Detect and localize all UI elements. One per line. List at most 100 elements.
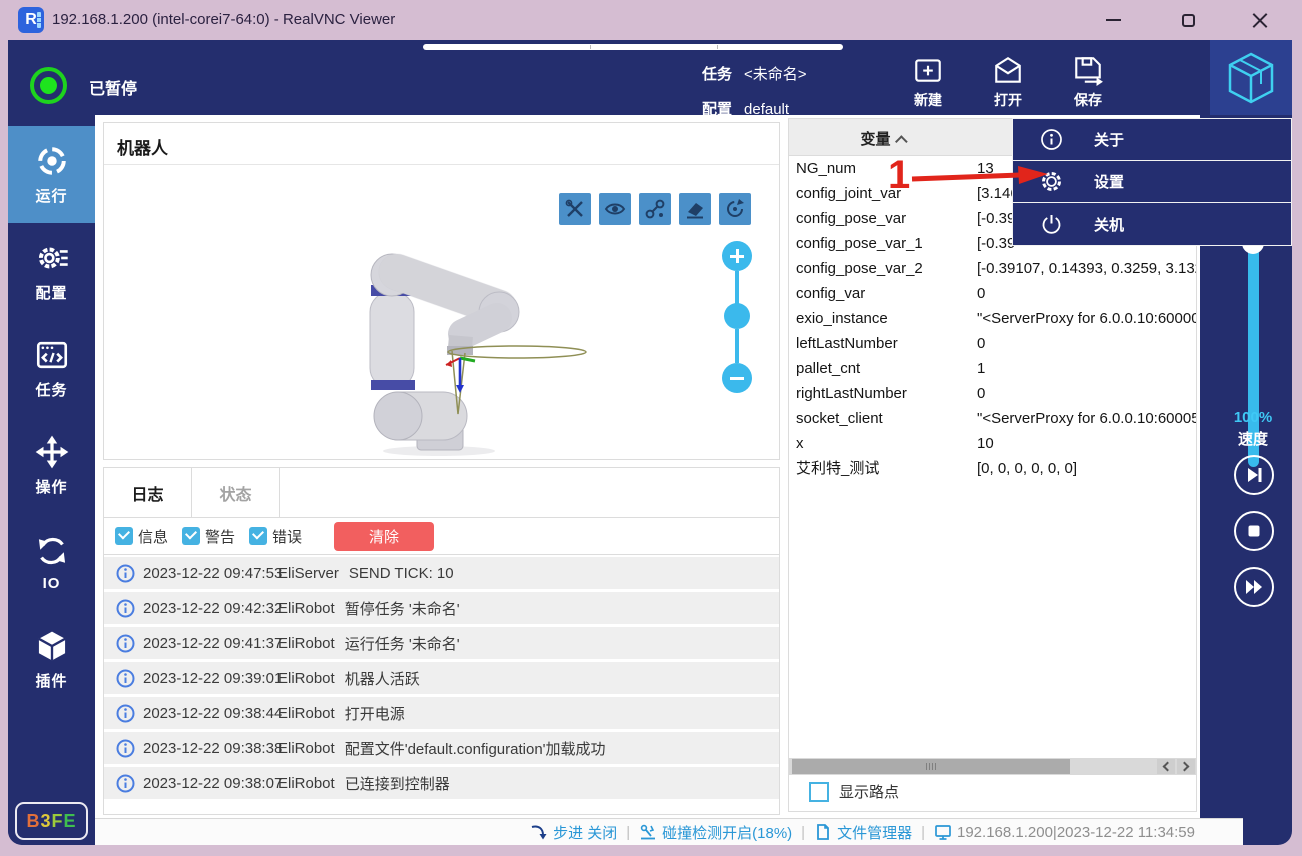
minimize-button[interactable] xyxy=(1093,0,1133,40)
step-arrow-icon xyxy=(530,823,548,841)
chevron-left-icon xyxy=(1163,762,1173,772)
variable-row[interactable]: config_var0 xyxy=(789,281,1196,306)
new-task-button[interactable]: 新建 xyxy=(900,54,956,110)
info-circle-icon xyxy=(116,774,135,793)
fast-forward-button[interactable] xyxy=(1234,567,1274,607)
realvnc-app-icon: R xyxy=(18,7,44,33)
gear-lines-icon xyxy=(35,241,69,275)
stop-icon xyxy=(1243,520,1265,542)
zoom-slider-knob[interactable] xyxy=(724,303,750,329)
zoom-out-button[interactable] xyxy=(722,363,752,393)
maximize-icon xyxy=(1182,14,1195,27)
save-task-button[interactable]: 保存 xyxy=(1060,54,1116,110)
show-waypoints-checkbox[interactable] xyxy=(809,782,829,802)
sidebar-item-plugin[interactable]: 插件 xyxy=(8,611,95,708)
log-entry: 2023-12-22 09:38:44EliRobot打开电源 xyxy=(104,697,779,729)
variable-row[interactable]: exio_instance"<ServerProxy for 6.0.0.10:… xyxy=(789,306,1196,331)
filter-info-checkbox[interactable] xyxy=(115,527,133,545)
zoom-track-upper[interactable] xyxy=(735,271,739,305)
variables-header-label: 变量 xyxy=(860,131,890,148)
tools-icon xyxy=(564,198,586,220)
info-icon xyxy=(1040,128,1063,151)
variable-row[interactable]: pallet_cnt1 xyxy=(789,356,1196,381)
info-circle-icon xyxy=(116,634,135,653)
sidebar-item-config[interactable]: 配置 xyxy=(8,223,95,320)
tab-log[interactable]: 日志 xyxy=(104,468,192,517)
info-circle-icon xyxy=(116,739,135,758)
variable-row[interactable]: rightLastNumber0 xyxy=(789,381,1196,406)
log-list: 2023-12-22 09:47:53EliServerSEND TICK: 1… xyxy=(104,557,779,802)
menu-item-about[interactable]: 关于 xyxy=(1013,119,1291,161)
vnc-toolbar-handle[interactable] xyxy=(423,44,843,50)
filter-warning-checkbox[interactable] xyxy=(182,527,200,545)
log-filter-bar: 信息 警告 错误 清除 xyxy=(104,518,779,555)
log-entry: 2023-12-22 09:38:38EliRobot配置文件'default.… xyxy=(104,732,779,764)
variable-row[interactable]: x10 xyxy=(789,431,1196,456)
new-file-icon xyxy=(912,54,944,86)
close-button[interactable] xyxy=(1240,0,1280,40)
horizontal-scrollbar[interactable] xyxy=(789,758,1196,775)
robot-view-toolbar xyxy=(559,193,751,225)
robot-status-icon xyxy=(30,67,67,104)
menu-item-settings[interactable]: 设置 xyxy=(1013,161,1291,203)
eraser-icon xyxy=(684,198,706,220)
fast-forward-icon xyxy=(1243,576,1265,598)
collision-detection-toggle[interactable]: 碰撞检测开启(18%) xyxy=(639,822,792,843)
statusbar-separator: | xyxy=(921,824,925,841)
file-manager-button[interactable]: 文件管理器 xyxy=(814,822,912,843)
sidebar-item-io[interactable]: IO xyxy=(8,514,95,611)
variable-row[interactable]: 艾利特_测试[0, 0, 0, 0, 0, 0] xyxy=(789,456,1196,481)
path-nodes-icon xyxy=(644,198,666,220)
elite-cube-logo-icon xyxy=(1227,52,1275,104)
close-icon xyxy=(1252,12,1268,28)
filter-info-label: 信息 xyxy=(138,526,168,547)
log-entry: 2023-12-22 09:38:07EliRobot已连接到控制器 xyxy=(104,767,779,799)
variable-row[interactable]: leftLastNumber0 xyxy=(789,331,1196,356)
menu-item-shutdown[interactable]: 关机 xyxy=(1013,203,1291,245)
filter-error-label: 错误 xyxy=(272,526,302,547)
info-circle-icon xyxy=(116,669,135,688)
task-line: 任务<未命名> xyxy=(702,63,807,84)
sidebar-item-task[interactable]: 任务 xyxy=(8,320,95,417)
info-circle-icon xyxy=(116,704,135,723)
window-title: 192.168.1.200 (intel-corei7-64:0) - Real… xyxy=(52,11,395,28)
robot-status-label: 已暂停 xyxy=(89,75,137,99)
robot-3d-view[interactable] xyxy=(361,246,621,466)
reset-view-button[interactable] xyxy=(719,193,751,225)
scroll-right-button[interactable] xyxy=(1177,759,1195,774)
brand-logo-block[interactable] xyxy=(1210,40,1292,115)
tools-button[interactable] xyxy=(559,193,591,225)
sidebar-item-run[interactable]: 运行 xyxy=(8,126,95,223)
tab-status[interactable]: 状态 xyxy=(192,468,280,517)
scrollbar-thumb[interactable] xyxy=(792,759,1070,774)
clear-log-button[interactable]: 清除 xyxy=(334,522,434,551)
statusbar-separator: | xyxy=(626,824,630,841)
open-icon xyxy=(992,54,1024,86)
info-circle-icon xyxy=(116,599,135,618)
zoom-in-button[interactable] xyxy=(722,241,752,271)
log-entry: 2023-12-22 09:41:37EliRobot运行任务 '未命名' xyxy=(104,627,779,659)
step-next-button[interactable] xyxy=(1234,455,1274,495)
step-mode-toggle[interactable]: 步进 关闭 xyxy=(530,822,617,843)
open-task-button[interactable]: 打开 xyxy=(980,54,1036,110)
app-statusbar: 步进 关闭 | 碰撞检测开启(18%) | 文件管理器 | 192.168.1.… xyxy=(95,818,1243,845)
code-window-icon xyxy=(35,338,69,372)
sidebar-item-operate[interactable]: 操作 xyxy=(8,417,95,514)
scroll-left-button[interactable] xyxy=(1157,759,1175,774)
eraser-button[interactable] xyxy=(679,193,711,225)
monitor-icon xyxy=(934,823,952,841)
file-icon xyxy=(814,823,832,841)
variable-row[interactable]: config_pose_var_2[-0.39107, 0.14393, 0.3… xyxy=(789,256,1196,281)
maximize-button[interactable] xyxy=(1168,0,1208,40)
filter-error-checkbox[interactable] xyxy=(249,527,267,545)
variable-row[interactable]: socket_client"<ServerProxy for 6.0.0.10:… xyxy=(789,406,1196,431)
speed-label: 速度 xyxy=(1200,428,1292,449)
log-entry: 2023-12-22 09:42:32EliRobot暂停任务 '未命名' xyxy=(104,592,779,624)
zoom-track-lower[interactable] xyxy=(735,329,739,363)
minimize-icon xyxy=(1106,19,1121,21)
log-entry: 2023-12-22 09:39:01EliRobot机器人活跃 xyxy=(104,662,779,694)
visibility-button[interactable] xyxy=(599,193,631,225)
path-nodes-button[interactable] xyxy=(639,193,671,225)
log-panel: 日志 状态 信息 警告 错误 清除 2023-12-22 09:47:53Eli… xyxy=(103,467,780,815)
stop-button[interactable] xyxy=(1234,511,1274,551)
